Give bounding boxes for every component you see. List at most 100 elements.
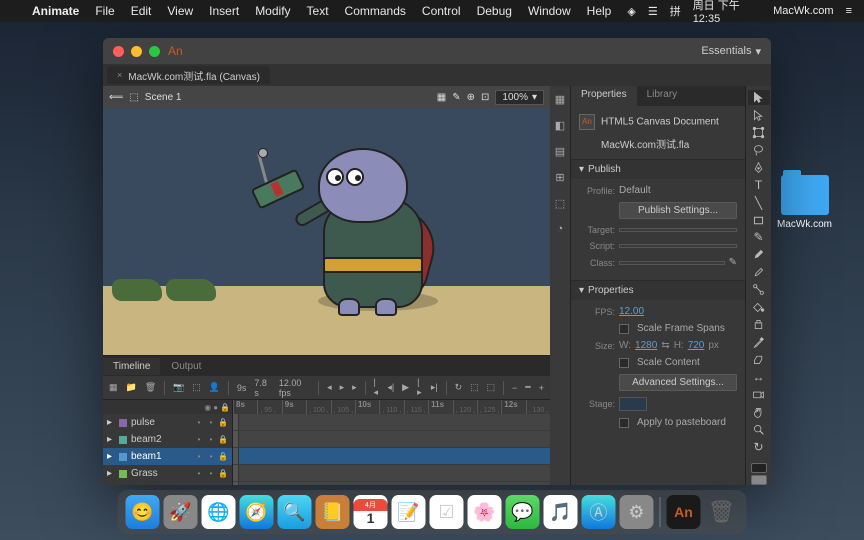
align-icon[interactable]: ▦	[553, 92, 567, 106]
height-value[interactable]: 720	[688, 340, 705, 351]
goto-last-icon[interactable]: ▸	[352, 382, 357, 393]
eraser-tool[interactable]	[748, 352, 770, 367]
publish-section-header[interactable]: ▾ Publish	[571, 160, 745, 179]
dock-messages[interactable]: 💬	[506, 495, 540, 529]
span-icon[interactable]: ⬚	[487, 382, 496, 393]
swatches-icon[interactable]: ▤	[553, 144, 567, 158]
timeline-frames[interactable]: 8s, 95 ,9s, 100 ,, 105 ,10s, 110 ,, 115 …	[233, 400, 550, 485]
menu-help[interactable]: Help	[587, 4, 612, 18]
dock-itunes[interactable]: 🎵	[544, 495, 578, 529]
step-forward-icon[interactable]: |▸	[417, 377, 423, 398]
zoom-out-icon[interactable]: −	[512, 383, 517, 393]
ink-bottle-tool[interactable]	[748, 317, 770, 332]
delete-icon[interactable]: 🗑	[145, 382, 156, 393]
fill-color-swatch[interactable]	[751, 475, 767, 485]
loop-icon[interactable]: ↻	[455, 382, 463, 393]
menu-view[interactable]: View	[167, 4, 193, 18]
transform-icon[interactable]: ⊞	[553, 170, 567, 184]
track-row[interactable]	[233, 482, 550, 485]
layer-row[interactable]: ▸hippo••🔒	[103, 482, 232, 485]
maximize-button[interactable]	[149, 46, 160, 57]
paint-bucket-tool[interactable]	[748, 300, 770, 315]
dock-trash[interactable]: 🗑	[705, 495, 739, 529]
step-back-icon[interactable]: ◂|	[387, 382, 394, 393]
rectangle-tool[interactable]	[748, 212, 770, 227]
dock-appstore[interactable]: Ⓐ	[582, 495, 616, 529]
pen-tool[interactable]	[748, 160, 770, 175]
link-size-icon[interactable]: ⇆	[661, 340, 669, 351]
advanced-settings-button[interactable]: Advanced Settings...	[619, 374, 737, 391]
dock-safari[interactable]: 🧭	[240, 495, 274, 529]
layer-row[interactable]: ▸beam1••🔒	[103, 448, 232, 465]
zoom-tool[interactable]	[748, 422, 770, 437]
tab-library[interactable]: Library	[637, 86, 688, 106]
camera-tool[interactable]	[748, 387, 770, 402]
minimize-button[interactable]	[131, 46, 142, 57]
menubar-site[interactable]: MacWk.com	[773, 5, 834, 17]
close-button[interactable]	[113, 46, 124, 57]
text-tool[interactable]: T	[748, 177, 770, 192]
scene-icon[interactable]: ⟸	[109, 92, 123, 103]
keyframe-icon[interactable]: ⬚	[192, 382, 201, 393]
blob-brush-tool[interactable]	[748, 265, 770, 280]
dock-photos[interactable]: 🌸	[468, 495, 502, 529]
desktop-folder[interactable]: MacWk.com	[777, 175, 832, 230]
tab-timeline[interactable]: Timeline	[103, 358, 160, 375]
rotation-tool[interactable]: ↻	[748, 439, 770, 454]
outline-header-icon[interactable]: ●	[213, 403, 218, 412]
brush-tool[interactable]	[748, 247, 770, 262]
marker-icon[interactable]: ⬚	[470, 382, 479, 393]
stage-canvas[interactable]	[103, 108, 550, 355]
edit-class-icon[interactable]: ✎	[729, 257, 737, 268]
menu-file[interactable]: File	[95, 4, 114, 18]
menu-commands[interactable]: Commands	[345, 4, 406, 18]
dock-notes[interactable]: 📝	[392, 495, 426, 529]
line-tool[interactable]: ╲	[748, 195, 770, 210]
dock-settings[interactable]: ⚙	[620, 495, 654, 529]
zoom-slider[interactable]: ━	[525, 382, 530, 393]
menubar-time[interactable]: 周日 下午12:35	[693, 0, 761, 25]
tab-output[interactable]: Output	[161, 358, 211, 375]
menu-edit[interactable]: Edit	[131, 4, 152, 18]
lasso-tool[interactable]	[748, 142, 770, 157]
scale-frame-spans-checkbox[interactable]	[619, 324, 629, 334]
publish-settings-button[interactable]: Publish Settings...	[619, 202, 737, 219]
menu-control[interactable]: Control	[422, 4, 461, 18]
pencil-tool[interactable]: ✎	[748, 230, 770, 245]
onion-skin-icon[interactable]: 👤	[209, 382, 220, 393]
dock-animate[interactable]: An	[667, 495, 701, 529]
fit-icon[interactable]: ⊡	[481, 92, 489, 103]
dock-finder[interactable]: 😊	[126, 495, 160, 529]
subselection-tool[interactable]	[748, 107, 770, 122]
apply-pasteboard-checkbox[interactable]	[619, 418, 629, 428]
folder-add-icon[interactable]: 📁	[126, 382, 137, 393]
components-icon[interactable]: ⬚	[553, 196, 567, 210]
close-tab-icon[interactable]: ×	[117, 70, 122, 80]
menu-window[interactable]: Window	[528, 4, 571, 18]
width-value[interactable]: 1280	[635, 340, 657, 351]
eyedropper-tool[interactable]	[748, 335, 770, 350]
layer-row[interactable]: ▸Grass••🔒	[103, 465, 232, 482]
properties-section-header[interactable]: ▾ Properties	[571, 281, 745, 300]
document-tab[interactable]: × MacWk.com测试.fla (Canvas)	[107, 66, 270, 84]
clip-icon[interactable]: ▦	[437, 92, 446, 103]
dock-reminders[interactable]: ☑	[430, 495, 464, 529]
history-icon[interactable]: ◔	[553, 222, 567, 236]
color-icon[interactable]: ◧	[553, 118, 567, 132]
wifi-icon[interactable]: ◈	[627, 5, 635, 18]
free-transform-tool[interactable]	[748, 125, 770, 140]
bone-tool[interactable]	[748, 282, 770, 297]
camera-icon[interactable]: 📷	[173, 382, 184, 393]
dock-contacts[interactable]: 📒	[316, 495, 350, 529]
selection-tool[interactable]	[748, 90, 770, 105]
menu-modify[interactable]: Modify	[255, 4, 290, 18]
stage-color-swatch[interactable]	[619, 397, 647, 411]
first-frame-icon[interactable]: |◂	[374, 377, 380, 398]
workspace-switcher[interactable]: Essentials▾	[701, 45, 761, 58]
scene-nav-icon[interactable]: ⬚	[129, 92, 138, 103]
track-row[interactable]	[233, 465, 550, 482]
layer-add-icon[interactable]: ▦	[109, 382, 118, 393]
track-row[interactable]	[233, 414, 550, 431]
tab-properties[interactable]: Properties	[571, 86, 637, 106]
goto-first-icon[interactable]: ◂	[327, 382, 332, 393]
